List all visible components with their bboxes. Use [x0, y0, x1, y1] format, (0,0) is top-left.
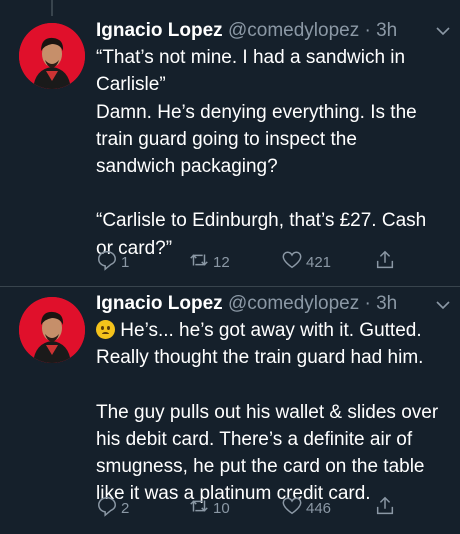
- retweet-count: 10: [213, 499, 230, 517]
- tweet-line: “That’s not mine. I had a sandwich in: [96, 47, 406, 68]
- tweet-timestamp[interactable]: · 3h: [365, 20, 398, 41]
- tweet-line: sandwich packaging?: [96, 156, 278, 178]
- author-name[interactable]: Ignacio Lopez: [96, 293, 223, 314]
- chevron-down-icon[interactable]: [436, 298, 450, 313]
- tweet-header: Ignacio Lopez @comedylopez · 3h: [96, 20, 397, 42]
- tweet-timestamp[interactable]: · 3h: [365, 293, 398, 314]
- tweet-line: Carlisle”: [96, 74, 166, 96]
- tweet-line: his debit card. There’s a definite air o…: [96, 428, 413, 450]
- share-button[interactable]: [374, 495, 396, 521]
- reply-button[interactable]: 2: [96, 495, 129, 521]
- author-name[interactable]: Ignacio Lopez: [96, 20, 223, 41]
- chevron-down-icon[interactable]: [436, 24, 450, 39]
- tweet-line: “Carlisle to Edinburgh, that’s £27. Cash: [96, 210, 427, 232]
- reply-icon: [96, 495, 118, 521]
- like-button[interactable]: 421: [281, 249, 331, 275]
- author-handle[interactable]: @comedylopez: [228, 20, 359, 41]
- like-count: 446: [306, 499, 332, 517]
- reply-count: 1: [121, 253, 130, 271]
- like-button[interactable]: 446: [281, 495, 331, 521]
- tweet-actions: 2 10 446: [96, 495, 416, 519]
- share-icon: [374, 249, 396, 275]
- tweet-text: He’s... he’s got away with it. Gutted. R…: [96, 317, 451, 508]
- tweet[interactable]: Ignacio Lopez @comedylopez · 3h He’s... …: [0, 287, 460, 534]
- tweet[interactable]: Ignacio Lopez @comedylopez · 3h “That’s …: [0, 0, 460, 286]
- tweet-actions: 1 12 421: [96, 249, 416, 273]
- heart-icon: [281, 495, 303, 521]
- retweet-icon: [188, 495, 210, 521]
- like-count: 421: [306, 253, 332, 271]
- avatar[interactable]: [19, 23, 85, 89]
- retweet-button[interactable]: 10: [188, 495, 230, 521]
- tweet-line: Damn. He’s denying everything. Is the: [96, 101, 417, 123]
- retweet-button[interactable]: 12: [188, 249, 230, 275]
- author-handle[interactable]: @comedylopez: [228, 293, 359, 314]
- share-button[interactable]: [374, 249, 396, 275]
- retweet-icon: [188, 249, 210, 275]
- reply-count: 2: [121, 499, 130, 517]
- tweet-line: smugness, he put the card on the table: [96, 456, 425, 478]
- reply-icon: [96, 249, 118, 275]
- share-icon: [374, 495, 396, 521]
- avatar[interactable]: [19, 297, 85, 363]
- tweet-line: Really thought the train guard had him.: [96, 347, 424, 369]
- tweet-text: “That’s not mine. I had a sandwich in Ca…: [96, 44, 451, 262]
- tweet-line: The guy pulls out his wallet & slides ov…: [96, 401, 439, 423]
- worried-face-icon: [96, 320, 115, 339]
- retweet-count: 12: [213, 253, 230, 271]
- tweet-line: train guard going to inspect the: [96, 128, 357, 150]
- reply-button[interactable]: 1: [96, 249, 129, 275]
- tweet-header: Ignacio Lopez @comedylopez · 3h: [96, 293, 397, 315]
- tweet-line-text: He’s... he’s got away with it. Gutted.: [115, 320, 422, 341]
- heart-icon: [281, 249, 303, 275]
- tweet-line: He’s... he’s got away with it. Gutted.: [96, 317, 451, 344]
